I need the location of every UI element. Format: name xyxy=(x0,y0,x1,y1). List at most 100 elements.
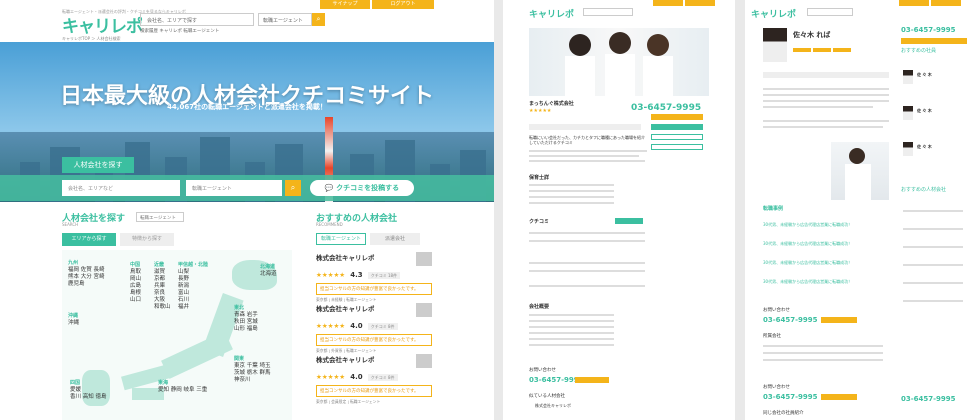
similar-company[interactable]: 株式会社キャリレポ xyxy=(535,403,571,409)
contact-button[interactable] xyxy=(901,38,967,44)
region-koshinetsu[interactable]: 甲信越・北陸 山梨 長野 新潟 富山 石川 福井 xyxy=(178,262,208,311)
signup-button[interactable]: サイナップ xyxy=(320,0,370,9)
region-prefs: 東京 千葉 埼玉 茨城 栃木 群馬 神奈川 xyxy=(234,363,271,383)
hero-search-button[interactable]: ⌕ xyxy=(285,180,301,196)
case-title[interactable]: 30代男、未経験から広告代理店営業に転職成功！ xyxy=(763,260,852,266)
similar-title: 同じ会社の社員紹介 xyxy=(763,411,804,416)
company-tags: 東京都 | 会員限定 | 転職エージェント xyxy=(316,399,381,404)
hero-type-select[interactable]: 転職エージェント xyxy=(186,180,282,196)
contact-button[interactable] xyxy=(575,377,609,383)
score: 4.3 xyxy=(350,271,363,279)
region-name: 四国 xyxy=(70,380,81,386)
signup-button[interactable] xyxy=(653,0,683,6)
header: 転職エージェント・派遣会社の評判・クチコミを見るならキャリレポ キャリレポ 会社… xyxy=(0,0,494,41)
contact-title: お問い合わせ xyxy=(763,385,790,390)
contact-button[interactable] xyxy=(821,317,857,323)
region-name: 沖縄 xyxy=(68,313,79,319)
japan-map[interactable]: 九州 福岡 佐賀 長崎 熊本 大分 宮崎 鹿児島 中国 鳥取 岡山 広島 島根 山口… xyxy=(62,250,292,420)
logo-text: キャリレポ xyxy=(62,17,143,37)
phone-number[interactable]: 03-6457-9995 xyxy=(901,395,956,403)
search-input[interactable] xyxy=(583,8,633,16)
region-prefs: 鳥取 岡山 広島 島根 山口 xyxy=(130,269,142,303)
staff-photo xyxy=(831,142,889,200)
company-card[interactable]: 株式会社キャリレポ ★★★★★ 4.0 クチコミ 8件 担当コンサルの方の知識が… xyxy=(316,354,432,405)
review-count: クチコミ 8件 xyxy=(367,374,398,381)
logo-text[interactable]: キャリレポ xyxy=(751,7,796,20)
tab-bar[interactable] xyxy=(763,72,889,78)
region-tohoku[interactable]: 東北 青森 岩手 秋田 宮城 山形 福島 xyxy=(234,305,258,333)
search-type-select[interactable]: 転職エージェント xyxy=(136,212,184,222)
phone-number[interactable]: 03-6457-9995 xyxy=(763,316,818,324)
case-title[interactable]: 30代男、未経験から広告代理店営業に転職成功！ xyxy=(763,241,852,247)
login-button[interactable] xyxy=(931,0,961,6)
star-rating: ★★★★★ xyxy=(316,373,346,381)
logo-text[interactable]: キャリレポ xyxy=(529,7,574,20)
review-post-button[interactable] xyxy=(651,144,703,150)
login-button[interactable] xyxy=(685,0,715,6)
phone-number[interactable]: 03-6457-9995 xyxy=(631,103,701,113)
tab-search-company[interactable]: 人材会社を探す xyxy=(62,157,134,173)
mail-button[interactable] xyxy=(651,124,703,130)
phone-number[interactable]: 03-6457-9995 xyxy=(763,393,818,401)
review-section-title: クチコミ xyxy=(529,219,550,225)
region-name: 九州 xyxy=(68,260,79,266)
review-button[interactable] xyxy=(615,218,643,224)
company-card[interactable]: 株式会社キャリレポ ★★★★★ 4.0 クチコミ 8件 担当コンサルの方の知識が… xyxy=(316,303,432,354)
agent-select[interactable]: 転職エージェント xyxy=(258,13,312,26)
company-card[interactable]: 株式会社キャリレポ ★★★★★ 4.3 クチコミ 18件 担当コンサルの方の知識… xyxy=(316,252,432,303)
contact-button[interactable] xyxy=(651,114,703,120)
staff-photo xyxy=(529,28,709,96)
region-name: 関東 xyxy=(234,356,245,362)
region-name: 東海 xyxy=(158,380,169,386)
tab-feature[interactable]: 特徴から探す xyxy=(120,233,174,246)
region-name: 東北 xyxy=(234,305,245,311)
favorite-button[interactable] xyxy=(651,134,703,140)
region-prefs: 沖縄 xyxy=(68,320,80,326)
logo[interactable]: 転職エージェント・派遣会社の評判・クチコミを見るならキャリレポ キャリレポ xyxy=(62,9,186,37)
review-excerpt: 担当コンサルの方の知識が豊富で良かったです。 xyxy=(316,334,432,346)
tab-agent[interactable]: 転職エージェント xyxy=(316,233,366,245)
region-prefs: 青森 岩手 秋田 宮城 山形 福島 xyxy=(234,312,258,332)
region-kinki[interactable]: 近畿 滋賀 京都 兵庫 奈良 大阪 和歌山 xyxy=(154,262,171,311)
phone-number[interactable]: 03-6457-9995 xyxy=(901,26,956,34)
staff-name[interactable]: 佐 々 木 xyxy=(917,72,932,78)
company-name: 株式会社キャリレポ xyxy=(316,305,375,313)
search-button[interactable]: ⌕ xyxy=(312,13,325,26)
region-okinawa[interactable]: 沖縄 沖縄 xyxy=(68,313,79,327)
login-button[interactable]: ログアウト xyxy=(372,0,434,9)
search-input[interactable]: 会社名、エリアで探す xyxy=(140,13,254,26)
hero-company-input[interactable]: 会社名、エリアなど xyxy=(62,180,180,196)
post-review-button[interactable]: 💬 クチコミを投稿する xyxy=(310,180,414,196)
review-count: クチコミ 8件 xyxy=(367,323,398,330)
search-input[interactable] xyxy=(807,8,853,16)
region-prefs: 福岡 佐賀 長崎 熊本 大分 宮崎 鹿児島 xyxy=(68,267,105,287)
region-name: 北海道 xyxy=(260,264,276,270)
recommend-staff-title: おすすめの社員 xyxy=(901,48,937,54)
tab-area[interactable]: エリアから探す xyxy=(62,233,116,246)
region-chugoku[interactable]: 中国 鳥取 岡山 広島 島根 山口 xyxy=(130,262,141,304)
staff-name[interactable]: 佐 々 木 xyxy=(917,108,932,114)
tab-bar[interactable] xyxy=(529,124,641,130)
region-prefs: 愛媛 香川 高知 徳島 xyxy=(70,387,107,400)
region-prefs: 滋賀 京都 兵庫 奈良 大阪 和歌山 xyxy=(154,269,171,310)
chat-icon: 💬 xyxy=(324,184,337,192)
signup-button[interactable] xyxy=(899,0,929,6)
region-kyushu[interactable]: 九州 福岡 佐賀 長崎 熊本 大分 宮崎 鹿児島 xyxy=(68,260,105,288)
basic-info-title: 保育士詳 xyxy=(529,175,550,181)
region-shikoku[interactable]: 四国 愛媛 香川 高知 徳島 xyxy=(70,380,107,401)
company-name: まっちんぐ株式会社 xyxy=(529,101,574,107)
staff-name[interactable]: 佐 々 木 xyxy=(917,144,932,150)
case-title[interactable]: 30代男、未経験から広告代理店営業に転職成功！ xyxy=(763,279,852,285)
staff-avatar xyxy=(763,28,787,62)
region-tokai[interactable]: 東海 愛知 静岡 岐阜 三重 xyxy=(158,380,207,394)
region-kanto[interactable]: 関東 東京 千葉 埼玉 茨城 栃木 群馬 神奈川 xyxy=(234,356,271,384)
recommend-sub: RECOMMEND xyxy=(316,222,343,227)
search-icon: ⌕ xyxy=(316,15,321,23)
tab-dispatch[interactable]: 派遣会社 xyxy=(370,233,420,245)
company-thumbnail xyxy=(416,303,432,317)
case-title[interactable]: 30代男、未経験から広告代理店営業に転職成功！ xyxy=(763,222,852,228)
review-excerpt: 担当コンサルの方の知識が豊富で良かったです。 xyxy=(316,385,432,397)
region-hokkaido[interactable]: 北海道 北海道 xyxy=(260,264,277,278)
contact-button[interactable] xyxy=(821,394,857,400)
company-thumbnail xyxy=(416,354,432,368)
